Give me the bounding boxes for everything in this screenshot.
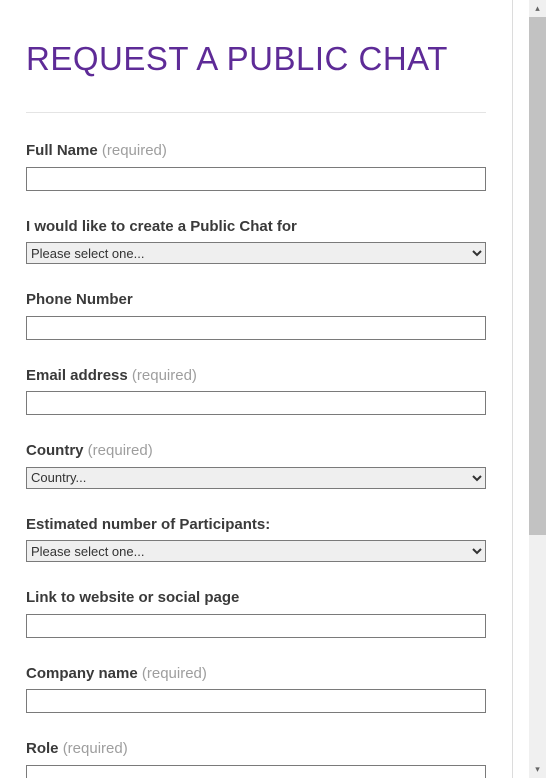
country-label-text: Country [26,442,88,459]
inner-scroll-gutter [512,0,529,778]
company-label: Company name (required) [26,664,486,684]
field-purpose: I would like to create a Public Chat for… [26,217,486,265]
required-marker: (required) [63,740,128,757]
role-input[interactable] [26,765,486,778]
scrollbar-thumb[interactable] [529,17,546,535]
role-label-text: Role [26,740,63,757]
phone-label: Phone Number [26,290,486,310]
field-country: Country (required) Country... [26,441,486,489]
purpose-select[interactable]: Please select one... [26,242,486,264]
required-marker: (required) [102,142,167,159]
purpose-label: I would like to create a Public Chat for [26,217,486,237]
form-panel: Request a Public Chat Full Name (require… [0,0,512,778]
field-company: Company name (required) [26,664,486,714]
field-email: Email address (required) [26,366,486,416]
company-input[interactable] [26,689,486,713]
scroll-down-arrow-icon[interactable]: ▾ [529,761,546,778]
field-full-name: Full Name (required) [26,141,486,191]
required-marker: (required) [132,367,197,384]
field-role: Role (required) [26,739,486,778]
website-input[interactable] [26,614,486,638]
divider [26,112,486,113]
field-phone: Phone Number [26,290,486,340]
field-participants: Estimated number of Participants: Please… [26,515,486,563]
required-marker: (required) [142,665,207,682]
participants-label: Estimated number of Participants: [26,515,486,535]
country-select[interactable]: Country... [26,467,486,489]
full-name-input[interactable] [26,167,486,191]
full-name-label-text: Full Name [26,142,102,159]
participants-select[interactable]: Please select one... [26,540,486,562]
role-label: Role (required) [26,739,486,759]
phone-input[interactable] [26,316,486,340]
window-viewport: Request a Public Chat Full Name (require… [0,0,546,778]
country-label: Country (required) [26,441,486,461]
field-website: Link to website or social page [26,588,486,638]
page-title: Request a Public Chat [26,40,486,78]
required-marker: (required) [88,442,153,459]
email-label: Email address (required) [26,366,486,386]
website-label: Link to website or social page [26,588,486,608]
full-name-label: Full Name (required) [26,141,486,161]
scroll-up-arrow-icon[interactable]: ▴ [529,0,546,17]
email-input[interactable] [26,391,486,415]
email-label-text: Email address [26,367,132,384]
company-label-text: Company name [26,665,142,682]
